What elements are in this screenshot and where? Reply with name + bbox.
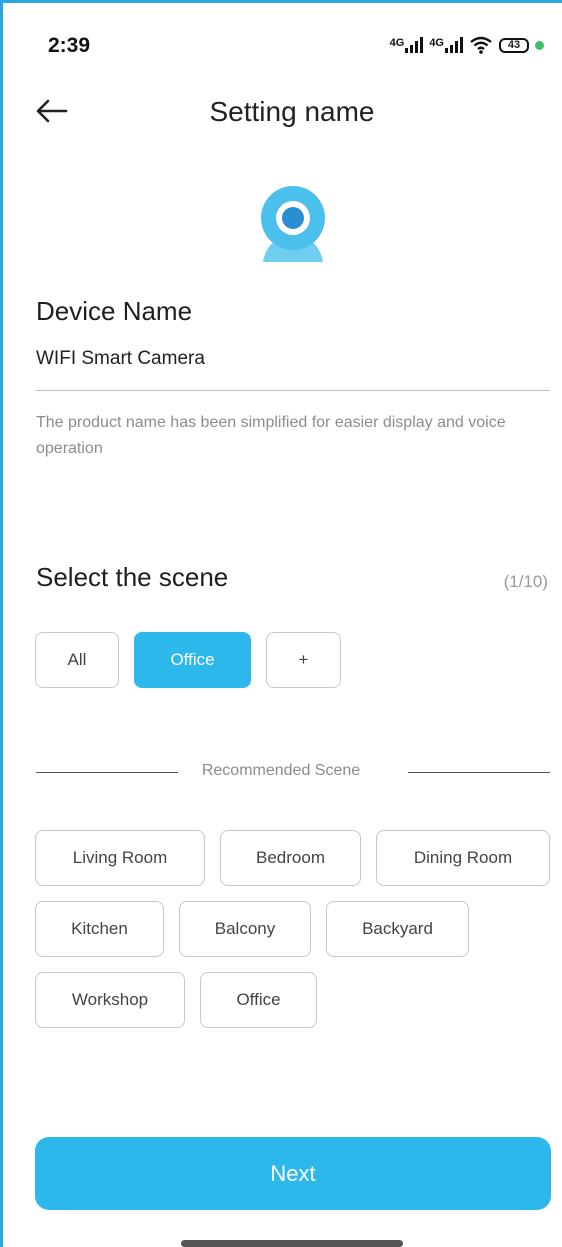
status-time: 2:39 [48, 34, 91, 57]
status-bar: 2:39 4G 4G 43 [0, 0, 562, 80]
scene-heading: Select the scene [36, 562, 229, 592]
network-type-1: 4G [389, 37, 405, 49]
recommended-chip-label: Office [236, 990, 281, 1009]
home-indicator[interactable] [181, 1240, 403, 1247]
recommended-chip-label: Workshop [71, 990, 149, 1009]
camera-icon [257, 180, 329, 266]
device-name-underline [36, 390, 550, 391]
scene-chip-label: Office [170, 650, 215, 669]
scene-chip-all[interactable]: All [35, 632, 119, 688]
recommended-chip-bedroom[interactable]: Bedroom [220, 830, 361, 886]
recommended-chip-label: Backyard [362, 919, 433, 938]
cellular-signal-2-icon: 4G [429, 37, 463, 53]
recommended-chip-kitchen[interactable]: Kitchen [35, 901, 164, 957]
battery-icon: 43 [499, 37, 529, 53]
cellular-signal-1-icon: 4G [390, 37, 424, 53]
scene-chip-office[interactable]: Office [134, 632, 251, 688]
device-name-hint: The product name has been simplified for… [36, 414, 506, 457]
header: Setting name [0, 80, 562, 144]
recommended-chip-backyard[interactable]: Backyard [326, 901, 469, 957]
recommended-chip-label: Kitchen [71, 919, 128, 938]
recommended-chip-label: Bedroom [256, 848, 325, 867]
recommended-chip-living-room[interactable]: Living Room [35, 830, 205, 886]
next-button-label: Next [270, 1160, 316, 1186]
recommended-divider-right [408, 772, 550, 773]
scene-chip-label: All [67, 650, 87, 669]
recommended-chip-balcony[interactable]: Balcony [179, 901, 311, 957]
device-name-heading: Device Name [36, 296, 193, 326]
wifi-icon [470, 36, 492, 54]
battery-level: 43 [507, 39, 521, 51]
scene-counter: (1/10) [503, 572, 548, 591]
status-icons: 4G 4G 43 [390, 36, 544, 54]
add-scene-button[interactable]: + [266, 632, 341, 688]
recommended-chip-workshop[interactable]: Workshop [35, 972, 185, 1028]
window-frame-left [0, 0, 3, 1247]
network-type-2: 4G [429, 37, 444, 49]
next-button[interactable]: Next [35, 1137, 551, 1210]
recommended-chip-dining-room[interactable]: Dining Room [376, 830, 550, 886]
recommended-scene-label: Recommended Scene [201, 762, 361, 779]
page-title: Setting name [209, 96, 375, 127]
recommended-chip-label: Living Room [72, 848, 168, 867]
privacy-indicator-dot [535, 40, 544, 50]
recommended-chip-office[interactable]: Office [200, 972, 317, 1028]
recommended-chip-label: Dining Room [413, 848, 513, 867]
plus-icon: + [298, 650, 309, 669]
recommended-chip-label: Balcony [214, 919, 276, 938]
device-name-field[interactable]: WIFI Smart Camera [36, 348, 205, 370]
